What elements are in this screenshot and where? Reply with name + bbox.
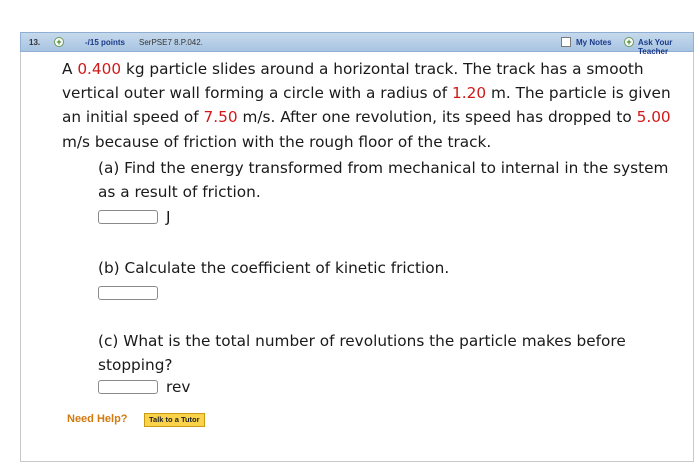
part-c-unit: rev (166, 378, 191, 396)
initial-speed-value: 7.50 (203, 108, 238, 127)
notes-checkbox-icon[interactable] (561, 37, 571, 47)
part-c-question: (c) What is the total number of revoluti… (98, 332, 626, 374)
question-header: 13. + -/15 points SerPSE7 8.P.042. My No… (20, 32, 694, 56)
talk-to-tutor-button[interactable]: Talk to a Tutor (144, 413, 205, 427)
part-c-answer-input[interactable] (98, 380, 158, 394)
problem-text: m/s because of friction with the rough f… (62, 132, 492, 151)
part-a-unit: J (166, 208, 171, 226)
problem-text: m/s. After one revolution, its speed has… (237, 108, 637, 127)
ask-teacher-link[interactable]: Ask Your Teacher (638, 38, 693, 56)
part-b-answer-row (98, 283, 158, 303)
part-a-answer-row: J (98, 207, 171, 227)
ask-teacher-plus-icon[interactable]: + (624, 37, 634, 47)
problem-source: SerPSE7 8.P.042. (139, 38, 203, 47)
question-number: 13. (29, 38, 41, 47)
radius-value: 1.20 (452, 84, 487, 103)
part-a-question: (a) Find the energy transformed from mec… (98, 159, 669, 201)
part-c-answer-row: rev (98, 377, 190, 397)
my-notes-link[interactable]: My Notes (576, 38, 612, 47)
part-b-question: (b) Calculate the coefficient of kinetic… (98, 259, 450, 277)
problem-text: A (62, 60, 78, 78)
final-speed-value: 5.00 (636, 108, 671, 127)
mass-value: 0.400 (77, 60, 122, 78)
part-b-answer-input[interactable] (98, 286, 158, 300)
part-a-answer-input[interactable] (98, 210, 158, 224)
points-label: -/15 points (85, 38, 126, 47)
expand-plus-icon[interactable]: + (54, 37, 64, 47)
problem-statement: A 0.400 kg particle slides around a hori… (62, 57, 682, 154)
need-help-label: Need Help? (67, 413, 128, 425)
